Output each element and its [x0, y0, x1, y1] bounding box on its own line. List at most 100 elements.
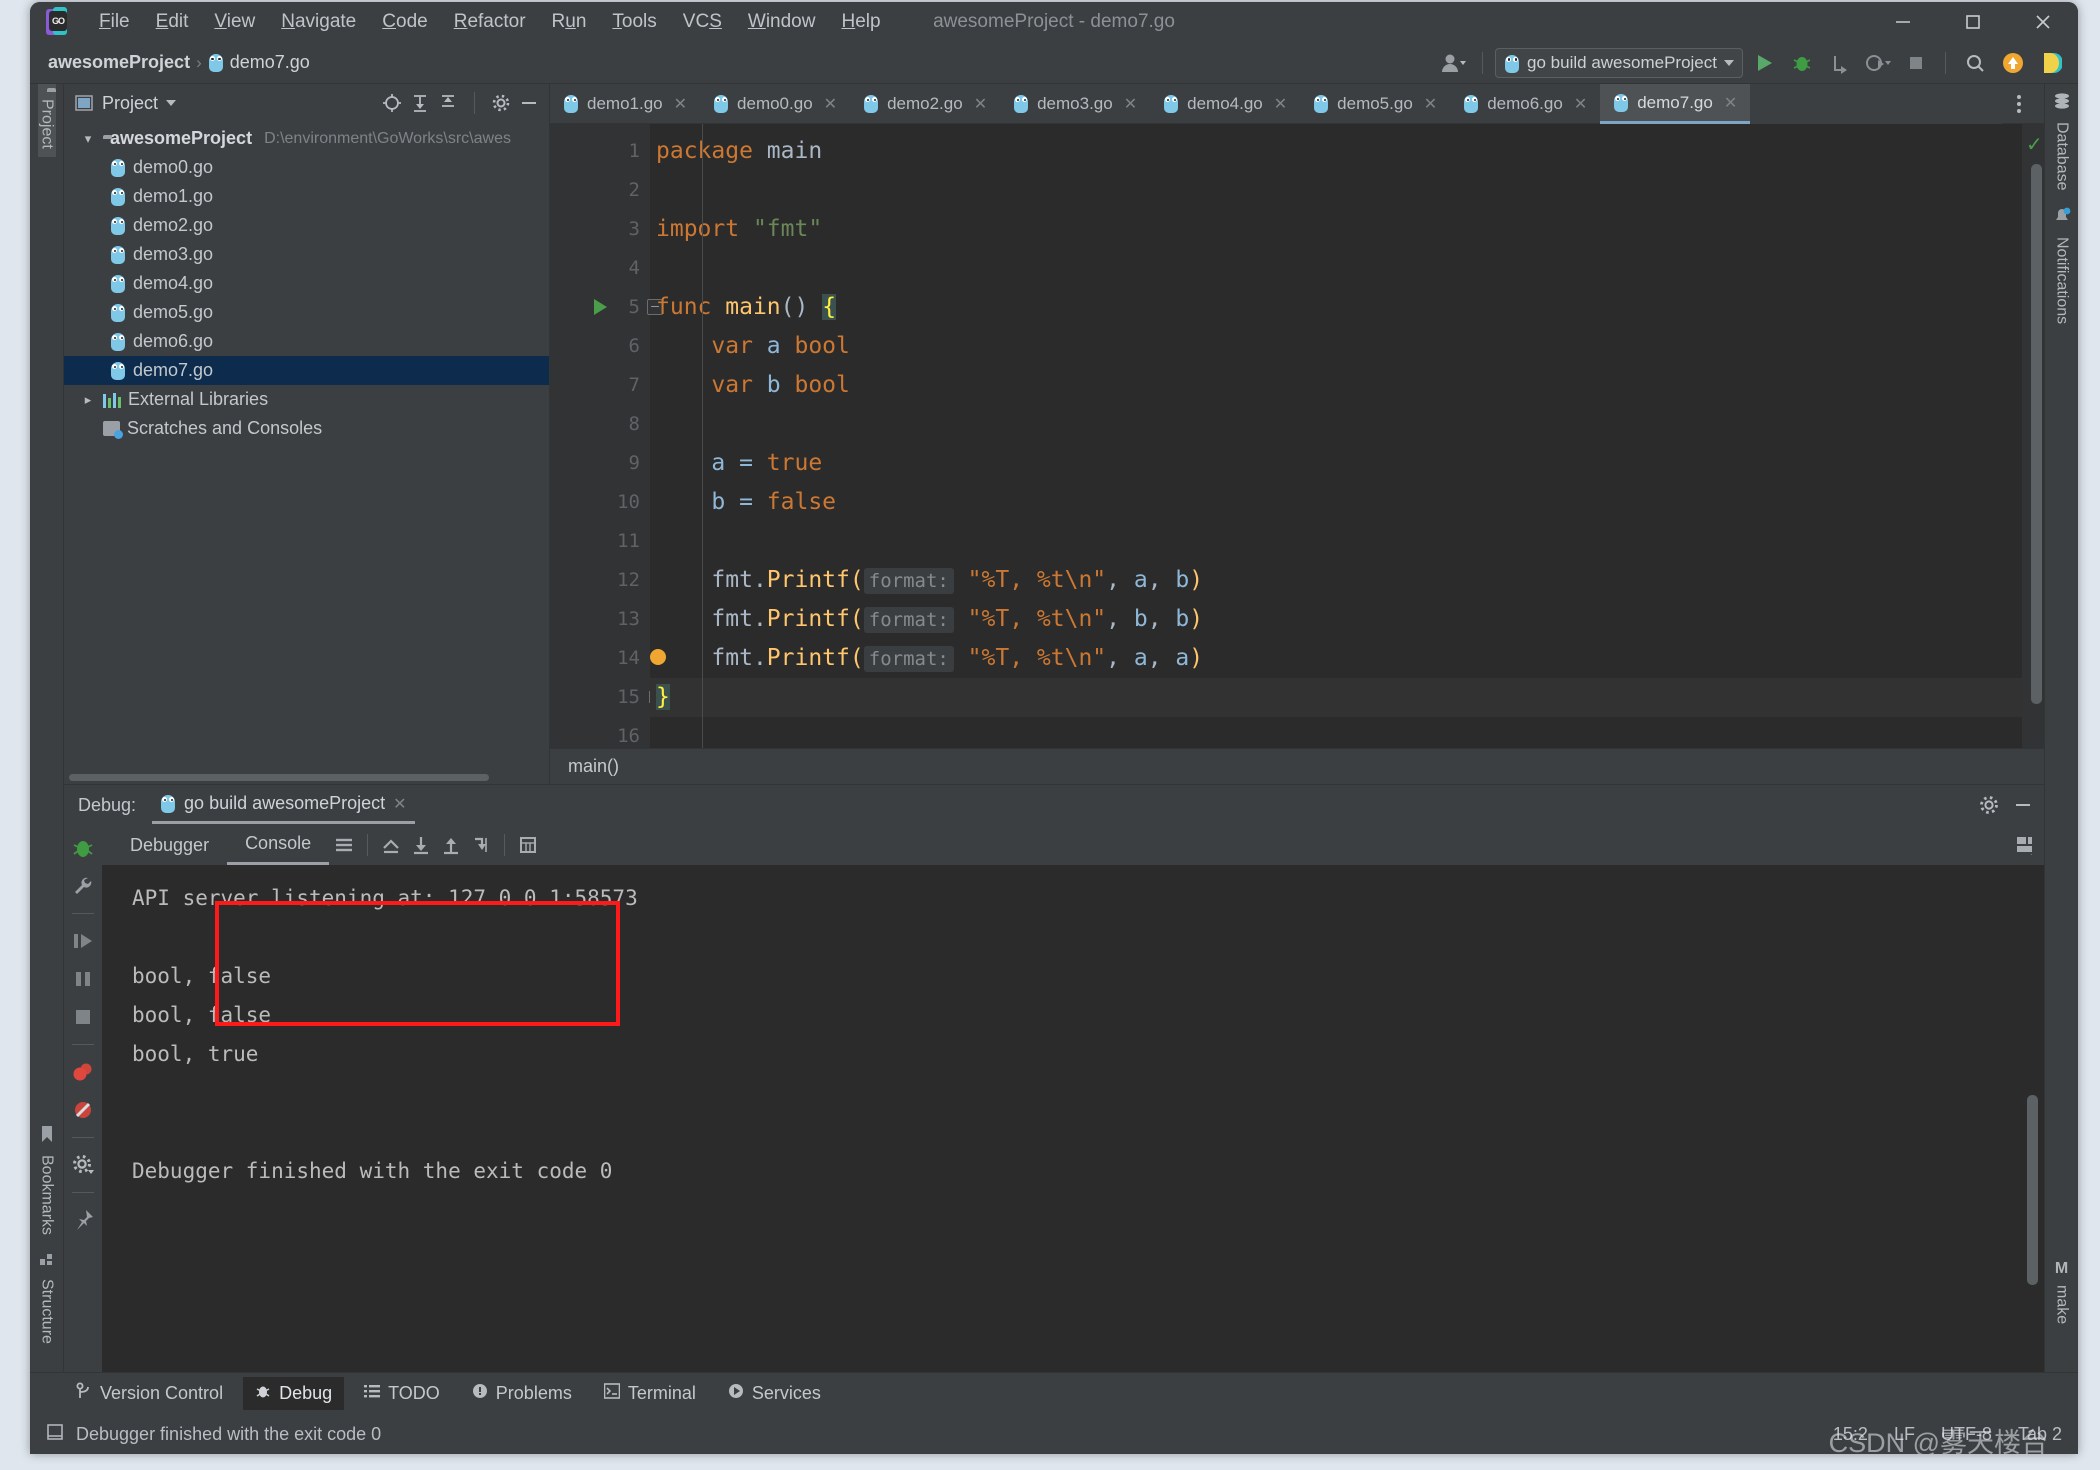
run-to-cursor-icon[interactable]: [466, 830, 496, 860]
close-icon[interactable]: ✕: [824, 94, 837, 114]
debug-tab-debugger[interactable]: Debugger: [112, 827, 227, 864]
gutter-line-15[interactable]: 15: [550, 678, 663, 717]
line-separator[interactable]: LF: [1894, 1424, 1915, 1445]
editor-body[interactable]: 1 2 3 4 5– 6 7 8 9 10 11 12 13 14 15 16 …: [550, 124, 2044, 748]
menu-refactor[interactable]: Refactor: [441, 7, 539, 37]
project-chevron-down-icon[interactable]: [166, 100, 177, 106]
editor-scrollbar-area[interactable]: ✓: [2022, 124, 2044, 748]
debug-header-actions[interactable]: [1978, 785, 2032, 825]
window-controls[interactable]: [1868, 2, 2078, 42]
stop-icon[interactable]: [1899, 47, 1933, 79]
menu-bar[interactable]: File Edit View Navigate Code Refactor Ru…: [86, 7, 894, 37]
soft-wrap-icon[interactable]: [329, 830, 359, 860]
chevron-right-icon[interactable]: ▸: [80, 392, 96, 408]
run-icon[interactable]: [1747, 47, 1781, 79]
tree-node-demo5[interactable]: demo5.go: [64, 298, 549, 327]
tree-node-demo1[interactable]: demo1.go: [64, 182, 549, 211]
console-vertical-scrollbar[interactable]: [2027, 1095, 2038, 1285]
menu-view[interactable]: View: [201, 7, 268, 37]
left-tool-rail[interactable]: Project Bookmarks Structure: [30, 84, 64, 1372]
collapse-all-icon[interactable]: [438, 94, 458, 112]
editor-tab-bar[interactable]: demo1.go ✕ demo0.go ✕ demo2.go ✕ demo3.g…: [550, 84, 2044, 124]
menu-help[interactable]: Help: [828, 7, 893, 37]
editor-tab-demo1[interactable]: demo1.go ✕: [550, 84, 701, 124]
file-encoding[interactable]: UTF-8: [1941, 1424, 1992, 1445]
more-options-icon[interactable]: [2002, 88, 2036, 120]
editor-tab-demo6[interactable]: demo6.go ✕: [1450, 84, 1601, 124]
chevron-down-icon[interactable]: ▾: [80, 131, 96, 147]
hide-panel-icon[interactable]: [519, 94, 539, 112]
wrench-icon[interactable]: [70, 873, 96, 899]
stop-icon[interactable]: [70, 1004, 96, 1030]
close-icon[interactable]: ✕: [393, 794, 406, 814]
gutter-line-5[interactable]: 5–: [550, 288, 663, 327]
debug-tab-console[interactable]: Console: [227, 825, 330, 865]
editor-tab-demo3[interactable]: demo3.go ✕: [1000, 84, 1151, 124]
minimize-icon[interactable]: [2012, 796, 2032, 814]
menu-tools[interactable]: Tools: [599, 7, 669, 37]
close-icon[interactable]: ✕: [974, 94, 987, 114]
run-configuration-selector[interactable]: go build awesomeProject: [1495, 48, 1743, 78]
editor-breadcrumb[interactable]: main(): [550, 748, 2044, 784]
tree-node-external-libraries[interactable]: ▸ External Libraries: [64, 385, 549, 414]
indent-setting[interactable]: Tab 2: [2018, 1424, 2062, 1445]
tool-services[interactable]: Services: [716, 1378, 833, 1409]
tree-node-demo6[interactable]: demo6.go: [64, 327, 549, 356]
editor-tab-actions[interactable]: [2002, 84, 2044, 124]
tool-todo[interactable]: TODO: [352, 1378, 452, 1409]
debug-icon[interactable]: [1785, 47, 1819, 79]
run-gutter-icon[interactable]: [594, 299, 607, 315]
bug-icon[interactable]: [70, 835, 96, 861]
rail-item-database[interactable]: Database: [2053, 84, 2071, 199]
update-icon[interactable]: [1996, 47, 2030, 79]
close-icon[interactable]: ✕: [1574, 94, 1587, 114]
breakpoints-icon[interactable]: [70, 1059, 96, 1085]
tree-node-demo3[interactable]: demo3.go: [64, 240, 549, 269]
project-tree[interactable]: ▾ awesomeProject D:\environment\GoWorks\…: [64, 122, 549, 770]
menu-window[interactable]: Window: [735, 7, 829, 37]
run-with-coverage-icon[interactable]: [1823, 47, 1857, 79]
step-into-icon[interactable]: [406, 830, 436, 860]
rail-item-project[interactable]: Project: [37, 84, 56, 157]
layout-settings-icon[interactable]: [2014, 830, 2044, 860]
editor-tab-demo2[interactable]: demo2.go ✕: [850, 84, 1001, 124]
tree-node-demo7[interactable]: demo7.go: [64, 356, 549, 385]
status-bar-right[interactable]: 15:2 LF UTF-8 Tab 2: [1833, 1424, 2062, 1445]
close-icon[interactable]: ✕: [1724, 93, 1737, 113]
pin-icon[interactable]: [70, 1207, 96, 1233]
rail-item-structure[interactable]: Structure: [38, 1243, 56, 1352]
rail-item-make[interactable]: M make: [2053, 1252, 2071, 1332]
tree-node-scratches[interactable]: ▸ Scratches and Consoles: [64, 414, 549, 443]
breadcrumb-file[interactable]: demo7.go: [230, 52, 310, 73]
menu-vcs[interactable]: VCS: [670, 7, 735, 37]
main-toolbar[interactable]: go build awesomeProject: [1436, 42, 2068, 84]
minimize-button[interactable]: [1868, 2, 1938, 42]
code-content[interactable]: package main import "fmt" func main() { …: [650, 124, 2022, 748]
inspection-status-icon[interactable]: ✓: [2026, 132, 2043, 157]
project-horizontal-scrollbar[interactable]: [64, 770, 549, 784]
editor-tab-demo7[interactable]: demo7.go ✕: [1600, 84, 1751, 124]
gear-icon[interactable]: [1978, 796, 1998, 814]
rail-item-notifications[interactable]: Notifications: [2053, 199, 2071, 332]
pause-icon[interactable]: [70, 966, 96, 992]
menu-edit[interactable]: Edit: [143, 7, 202, 37]
editor-tab-demo4[interactable]: demo4.go ✕: [1150, 84, 1301, 124]
tool-version-control[interactable]: Version Control: [64, 1377, 235, 1410]
menu-file[interactable]: File: [86, 7, 143, 37]
console-output[interactable]: API server listening at: 127.0.0.1:58573…: [102, 865, 2044, 1372]
editor-tab-demo5[interactable]: demo5.go ✕: [1300, 84, 1451, 124]
expand-all-icon[interactable]: [410, 94, 430, 112]
tool-terminal[interactable]: Terminal: [592, 1378, 708, 1409]
debug-tab-bar[interactable]: Debugger Console: [102, 825, 2044, 865]
profile-icon[interactable]: [1861, 47, 1895, 79]
locate-icon[interactable]: [382, 94, 402, 112]
menu-code[interactable]: Code: [369, 7, 440, 37]
editor-tab-demo0[interactable]: demo0.go ✕: [700, 84, 851, 124]
gear-icon[interactable]: [491, 94, 511, 112]
menu-navigate[interactable]: Navigate: [268, 7, 369, 37]
tool-debug[interactable]: Debug: [243, 1377, 345, 1410]
close-icon[interactable]: ✕: [674, 94, 687, 114]
debug-session-tab[interactable]: go build awesomeProject ✕: [152, 786, 415, 824]
print-icon[interactable]: [513, 830, 543, 860]
right-tool-rail[interactable]: Database Notifications M make: [2044, 84, 2078, 1372]
